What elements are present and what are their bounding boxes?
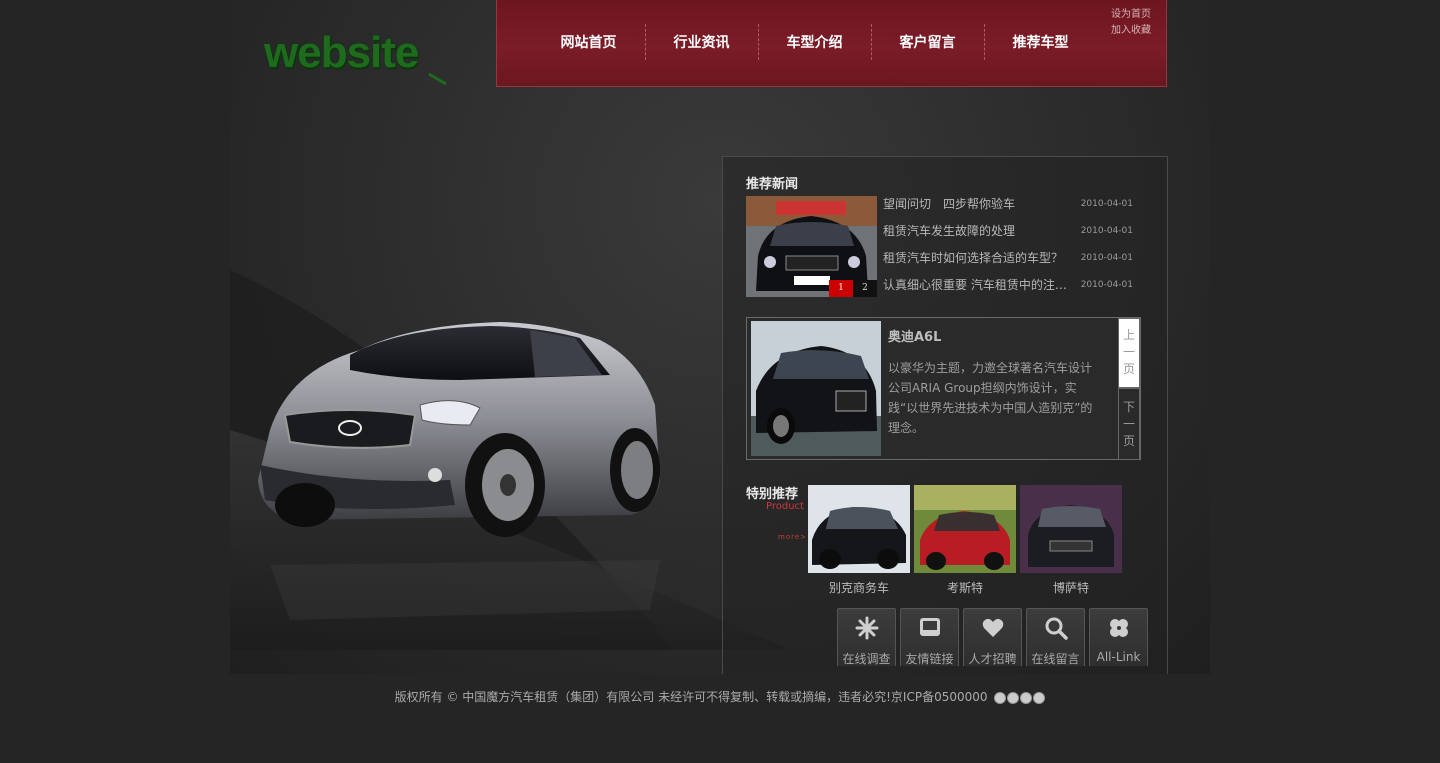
online-message-button[interactable]: 在线留言 <box>1026 608 1085 666</box>
audi-a6l-image <box>751 321 881 456</box>
news-item-title[interactable]: 租赁汽车时如何选择合适的车型？ <box>883 250 1068 277</box>
nav-menu: 网站首页 行业资讯 车型介绍 客户留言 推荐车型 <box>532 24 1097 60</box>
top-nav: 网站首页 行业资讯 车型介绍 客户留言 推荐车型 设为首页 加入收藏 <box>496 0 1167 87</box>
friend-links-button[interactable]: 友情链接 <box>900 608 959 666</box>
search-icon <box>1045 617 1068 640</box>
pager-button-2[interactable]: 2 <box>853 280 877 297</box>
product-card[interactable]: 别克商务车 <box>806 485 912 596</box>
tool-label: 人才招聘 <box>968 652 1017 666</box>
special-section-subtitle: Product <box>766 501 804 512</box>
jobs-button[interactable]: 人才招聘 <box>963 608 1022 666</box>
all-link-button[interactable]: All-Link <box>1089 608 1148 666</box>
list-item: 租赁汽车发生故障的处理 2010-04-01 <box>883 223 1133 250</box>
product-name: 别克商务车 <box>828 581 889 595</box>
product-image <box>1020 485 1122 573</box>
copyright-text: 版权所有 © 中国魔方汽车租赁（集团）有限公司 未经许可不得复制、转载或摘编，违… <box>394 690 988 704</box>
next-page-button[interactable]: 下一页 <box>1118 388 1140 460</box>
nav-item-recommended[interactable]: 推荐车型 <box>984 24 1097 60</box>
page-container: website 网站首页 行业资讯 车型介绍 客户留言 推荐车型 设为首页 加入… <box>230 0 1210 674</box>
tool-label: 友情链接 <box>905 652 954 666</box>
product-card[interactable]: 博萨特 <box>1018 485 1124 596</box>
cert-badge-icon <box>994 691 1007 704</box>
pager-button-1[interactable]: 1 <box>829 280 853 297</box>
asterisk-icon <box>855 616 879 640</box>
product-image <box>808 485 910 573</box>
product-name: 博萨特 <box>1052 581 1089 595</box>
list-item: 望闻问切 四步帮你验车 2010-04-01 <box>883 196 1133 223</box>
bora-image <box>1020 485 1122 573</box>
product-image <box>914 485 1016 573</box>
nav-side-links: 设为首页 加入收藏 <box>1111 7 1151 39</box>
news-item-title[interactable]: 望闻问切 四步帮你验车 <box>883 196 1068 223</box>
coaster-image <box>914 485 1016 573</box>
product-card[interactable]: 考斯特 <box>912 485 1018 596</box>
news-item-title[interactable]: 认真细心很重要 汽车租赁中的注意事项 <box>883 277 1068 304</box>
tool-buttons: 在线调查 友情链接 人才招聘 在线留言 All-Link <box>837 608 1152 666</box>
list-item: 认真细心很重要 汽车租赁中的注意事项 2010-04-01 <box>883 277 1133 304</box>
buick-image <box>808 485 910 573</box>
survey-button[interactable]: 在线调查 <box>837 608 896 666</box>
cert-badge-icon <box>1033 691 1046 704</box>
nav-item-news[interactable]: 行业资讯 <box>645 24 758 60</box>
prev-page-button[interactable]: 上一页 <box>1118 318 1140 388</box>
cert-badge-icon <box>1020 691 1033 704</box>
featured-car-description: 以豪华为主题，力邀全球著名汽车设计公司ARIA Group担纲内饰设计，实践“以… <box>888 361 1093 435</box>
news-item-date: 2010-04-01 <box>1080 226 1133 236</box>
nav-item-models[interactable]: 车型介绍 <box>758 24 871 60</box>
logo-swoosh-icon <box>428 72 447 86</box>
list-item: 租赁汽车时如何选择合适的车型？ 2010-04-01 <box>883 250 1133 277</box>
hero-car-image <box>230 270 790 650</box>
site-logo[interactable]: website <box>264 22 464 86</box>
right-panel: 推荐新闻 1 2 望闻问切 四步帮你验车 2010-04-01 租赁汽车发生故障… <box>722 156 1168 674</box>
news-item-title[interactable]: 租赁汽车发生故障的处理 <box>883 223 1068 250</box>
tool-label: 在线调查 <box>842 652 891 666</box>
tool-label: 在线留言 <box>1031 652 1080 666</box>
nav-item-home[interactable]: 网站首页 <box>532 24 645 60</box>
special-section-title: 特别推荐 <box>746 487 799 502</box>
cert-badge-icon <box>1007 691 1020 704</box>
news-item-date: 2010-04-01 <box>1080 253 1133 263</box>
news-slideshow[interactable]: 1 2 <box>746 196 877 297</box>
product-name: 考斯特 <box>946 581 983 595</box>
news-item-date: 2010-04-01 <box>1080 199 1133 209</box>
cert-badges[interactable] <box>993 691 1046 704</box>
tool-label: All-Link <box>1096 650 1141 664</box>
set-home-link[interactable]: 设为首页 <box>1111 7 1151 23</box>
featured-car-box: 奥迪A6L 以豪华为主题，力邀全球著名汽车设计公司ARIA Group担纲内饰设… <box>746 317 1141 460</box>
heart-icon <box>982 618 1004 637</box>
news-item-date: 2010-04-01 <box>1080 280 1133 290</box>
add-favorite-link[interactable]: 加入收藏 <box>1111 23 1151 39</box>
clover-icon <box>1110 619 1128 637</box>
news-list: 望闻问切 四步帮你验车 2010-04-01 租赁汽车发生故障的处理 2010-… <box>883 196 1133 304</box>
news-pager: 1 2 <box>829 280 877 297</box>
featured-car-image[interactable] <box>751 321 881 456</box>
featured-car-name: 奥迪A6L <box>888 330 942 345</box>
nav-item-messages[interactable]: 客户留言 <box>871 24 984 60</box>
news-section-title: 推荐新闻 <box>746 177 799 192</box>
product-list: 别克商务车 考斯特 博萨特 <box>806 485 1124 596</box>
more-link[interactable]: more> <box>778 533 807 541</box>
footer: 版权所有 © 中国魔方汽车租赁（集团）有限公司 未经许可不得复制、转载或摘编，违… <box>0 688 1440 705</box>
monitor-icon <box>920 618 940 636</box>
